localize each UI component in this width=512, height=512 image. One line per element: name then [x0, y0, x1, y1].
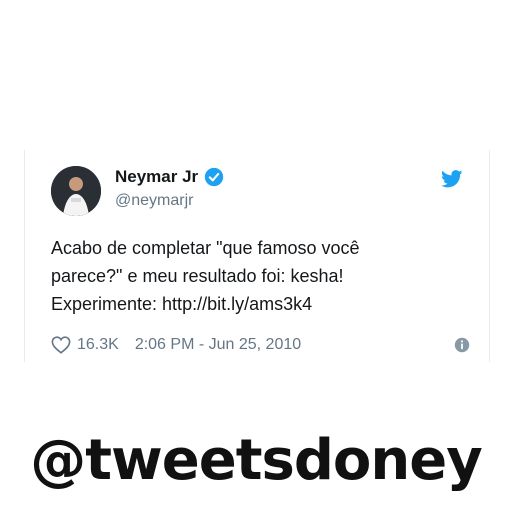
tweet-text-line: parece?" e meu resultado foi: kesha!: [51, 266, 344, 286]
watermark-text: @tweetsdoney: [30, 428, 482, 493]
timestamp[interactable]: 2:06 PM - Jun 25, 2010: [135, 336, 301, 354]
avatar-image: [51, 166, 101, 216]
display-name[interactable]: Neymar Jr: [115, 167, 198, 187]
like-count[interactable]: 16.3K: [77, 336, 119, 354]
verified-badge-icon: [204, 167, 224, 187]
tweet-text-line[interactable]: Experimente: http://bit.ly/ams3k4: [51, 290, 471, 318]
heart-outline-icon[interactable]: [51, 336, 71, 354]
info-icon[interactable]: [453, 336, 471, 354]
tweet-card: Neymar Jr @neymarjr Acabo de completar "…: [24, 150, 490, 362]
tweet-text-line: Acabo de completar "que famoso você: [51, 238, 360, 258]
tweet-text: Acabo de completar "que famoso você pare…: [51, 234, 471, 318]
tweet-footer: 16.3K 2:06 PM - Jun 25, 2010: [51, 335, 471, 355]
twitter-bird-icon[interactable]: [441, 170, 463, 188]
name-row: Neymar Jr: [115, 167, 224, 187]
avatar[interactable]: [51, 166, 101, 216]
handle[interactable]: @neymarjr: [115, 192, 193, 210]
